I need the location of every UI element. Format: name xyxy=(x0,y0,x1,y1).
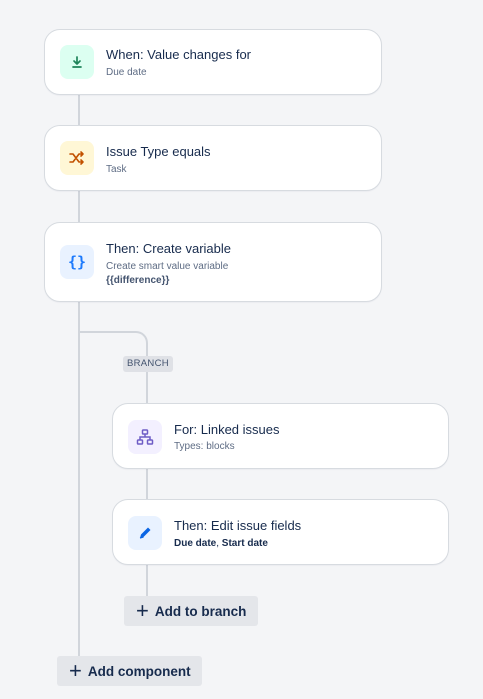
add-component-button[interactable]: + Add component xyxy=(57,656,202,686)
add-component-label: Add component xyxy=(87,663,191,679)
trigger-subtitle: Due date xyxy=(106,67,147,78)
create-variable-title: Then: Create variable xyxy=(106,241,232,256)
download-icon xyxy=(60,45,94,79)
edit-issue-fields-title: Then: Edit issue fields xyxy=(174,518,302,533)
add-to-branch-label: Add to branch xyxy=(154,603,247,619)
plus-icon: + xyxy=(136,598,149,623)
edit-issue-fields-card[interactable]: Then: Edit issue fields Due date, Start … xyxy=(112,499,449,565)
condition-title: Issue Type equals xyxy=(106,144,211,159)
add-to-branch-button[interactable]: + Add to branch xyxy=(124,596,258,626)
field-start-date: Start date xyxy=(221,538,268,549)
variable-name: {{difference}} xyxy=(106,275,170,286)
hierarchy-icon xyxy=(128,420,162,454)
create-variable-subtitle: Create smart value variable xyxy=(106,261,229,272)
shuffle-icon xyxy=(60,141,94,175)
condition-subtitle: Task xyxy=(106,164,127,175)
trigger-card[interactable]: When: Value changes for Due date xyxy=(44,29,382,95)
pencil-icon xyxy=(128,516,162,550)
field-due-date: Due date xyxy=(174,538,217,549)
branch-label: BRANCH xyxy=(123,356,173,372)
edit-fields-list: Due date, Start date xyxy=(174,538,268,549)
trigger-title: When: Value changes for xyxy=(106,47,252,62)
branch-curve xyxy=(78,331,148,349)
condition-card[interactable]: Issue Type equals Task xyxy=(44,125,382,191)
linked-issues-card[interactable]: For: Linked issues Types: blocks xyxy=(112,403,449,469)
field-separator: , xyxy=(216,538,220,549)
linked-issues-subtitle: Types: blocks xyxy=(174,441,235,452)
curly-braces-icon: {} xyxy=(60,245,94,279)
linked-issues-title: For: Linked issues xyxy=(174,422,280,437)
create-variable-card[interactable]: {} Then: Create variable Create smart va… xyxy=(44,222,382,302)
plus-icon: + xyxy=(69,658,82,683)
